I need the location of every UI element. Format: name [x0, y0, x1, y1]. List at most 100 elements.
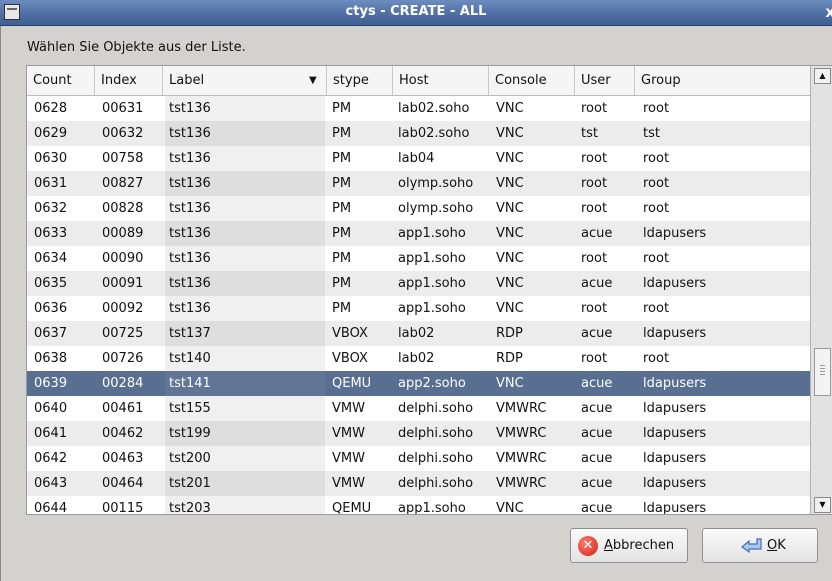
- cell-index: 00464: [102, 476, 144, 491]
- cell-stype: VMW: [332, 451, 365, 466]
- table-row[interactable]: 0637 00725 tst137 VBOX lab02 RDP acue ldapusers: [27, 321, 810, 346]
- cell-count: 0634: [34, 251, 68, 266]
- column-header-user[interactable]: User: [575, 66, 635, 95]
- cell-label: tst136: [169, 101, 211, 116]
- cell-user: tst: [581, 126, 598, 141]
- cell-label: tst140: [169, 351, 211, 366]
- cell-count: 0637: [34, 326, 68, 341]
- table-row[interactable]: 0643 00464 tst201 VMW delphi.soho VMWRC acue ld…: [27, 471, 810, 496]
- cell-label: tst201: [169, 476, 211, 491]
- ok-label: OK: [767, 538, 786, 553]
- cell-index: 00632: [102, 126, 144, 141]
- column-header-group[interactable]: Group: [635, 66, 810, 95]
- cell-count: 0644: [34, 501, 68, 514]
- scroll-up-icon[interactable]: ▲: [814, 68, 831, 84]
- cell-label: tst136: [169, 251, 211, 266]
- ok-button[interactable]: OK: [702, 528, 818, 563]
- cell-index: 00284: [102, 376, 144, 391]
- table-row[interactable]: 0642 00463 tst200 VMW delphi.soho VMWRC acue ld…: [27, 446, 810, 471]
- cell-host: lab02: [398, 351, 435, 366]
- list-header: Count Index Label ▼ stype Host Console U…: [27, 66, 810, 96]
- cell-label: tst136: [169, 201, 211, 216]
- close-icon[interactable]: x: [825, 3, 832, 21]
- cell-user: root: [581, 301, 608, 316]
- cell-stype: PM: [332, 126, 352, 141]
- table-row[interactable]: 0644 00115 tst203 QEMU app1.soho VNC acue ldapu…: [27, 496, 810, 514]
- table-row[interactable]: 0628 00631 tst136 PM lab02.soho VNC root root: [27, 96, 810, 121]
- cell-count: 0636: [34, 301, 68, 316]
- sort-descending-icon: ▼: [309, 75, 317, 86]
- table-row[interactable]: 0629 00632 tst136 PM lab02.soho VNC tst tst: [27, 121, 810, 146]
- cell-group: ldapusers: [643, 376, 707, 391]
- table-row[interactable]: 0639 00284 tst141 QEMU app2.soho VNC acue ldapu…: [27, 371, 810, 396]
- cell-group: root: [643, 201, 670, 216]
- table-row[interactable]: 0638 00726 tst140 VBOX lab02 RDP root root: [27, 346, 810, 371]
- cell-stype: QEMU: [332, 376, 372, 391]
- cell-user: root: [581, 101, 608, 116]
- column-header-stype[interactable]: stype: [327, 66, 393, 95]
- cell-group: ldapusers: [643, 451, 707, 466]
- cell-console: VNC: [496, 201, 524, 216]
- cell-group: root: [643, 176, 670, 191]
- cell-console: VMWRC: [496, 476, 547, 491]
- cell-host: app1.soho: [398, 301, 466, 316]
- cell-console: VNC: [496, 101, 524, 116]
- table-row[interactable]: 0635 00091 tst136 PM app1.soho VNC acue ldapuse…: [27, 271, 810, 296]
- cell-user: acue: [581, 376, 613, 391]
- cell-count: 0642: [34, 451, 68, 466]
- cell-group: tst: [643, 126, 660, 141]
- cell-label: tst200: [169, 451, 211, 466]
- cell-group: root: [643, 251, 670, 266]
- table-row[interactable]: 0636 00092 tst136 PM app1.soho VNC root root: [27, 296, 810, 321]
- cell-console: VNC: [496, 501, 524, 514]
- column-header-host[interactable]: Host: [393, 66, 489, 95]
- cell-console: VNC: [496, 276, 524, 291]
- title-bar[interactable]: ctys - CREATE - ALL x: [0, 0, 832, 26]
- cell-console: VNC: [496, 226, 524, 241]
- table-row[interactable]: 0630 00758 tst136 PM lab04 VNC root root: [27, 146, 810, 171]
- cell-stype: VMW: [332, 476, 365, 491]
- cancel-button[interactable]: ✕ Abbrechen: [570, 528, 688, 563]
- table-row[interactable]: 0634 00090 tst136 PM app1.soho VNC root root: [27, 246, 810, 271]
- cell-count: 0630: [34, 151, 68, 166]
- table-row[interactable]: 0631 00827 tst136 PM olymp.soho VNC root root: [27, 171, 810, 196]
- cell-group: root: [643, 351, 670, 366]
- object-list[interactable]: Count Index Label ▼ stype Host Console U…: [26, 65, 832, 515]
- cell-group: ldapusers: [643, 276, 707, 291]
- column-header-count[interactable]: Count: [27, 66, 95, 95]
- cell-count: 0635: [34, 276, 68, 291]
- scroll-down-icon[interactable]: ▼: [814, 497, 831, 513]
- cell-count: 0638: [34, 351, 68, 366]
- cell-console: VNC: [496, 251, 524, 266]
- cell-user: acue: [581, 426, 613, 441]
- column-header-console[interactable]: Console: [489, 66, 575, 95]
- cell-index: 00092: [102, 301, 144, 316]
- vertical-scrollbar[interactable]: ▲ ▼: [810, 66, 832, 514]
- cell-user: root: [581, 201, 608, 216]
- scrollbar-thumb[interactable]: [814, 348, 831, 396]
- table-row[interactable]: 0632 00828 tst136 PM olymp.soho VNC root root: [27, 196, 810, 221]
- cell-count: 0643: [34, 476, 68, 491]
- cell-index: 00089: [102, 226, 144, 241]
- cell-host: delphi.soho: [398, 476, 474, 491]
- cell-group: ldapusers: [643, 326, 707, 341]
- cell-stype: PM: [332, 301, 352, 316]
- cell-index: 00463: [102, 451, 144, 466]
- cell-group: ldapusers: [643, 501, 707, 514]
- column-header-index[interactable]: Index: [95, 66, 163, 95]
- column-header-label[interactable]: Label: [163, 66, 327, 95]
- cell-group: root: [643, 301, 670, 316]
- cell-user: root: [581, 176, 608, 191]
- cell-count: 0640: [34, 401, 68, 416]
- table-row[interactable]: 0633 00089 tst136 PM app1.soho VNC acue ldapuse…: [27, 221, 810, 246]
- table-row[interactable]: 0640 00461 tst155 VMW delphi.soho VMWRC acue ld…: [27, 396, 810, 421]
- cell-index: 00115: [102, 501, 144, 514]
- cell-count: 0633: [34, 226, 68, 241]
- cell-user: acue: [581, 501, 613, 514]
- cancel-label: Abbrechen: [604, 538, 675, 553]
- cell-stype: PM: [332, 226, 352, 241]
- cell-index: 00461: [102, 401, 144, 416]
- cell-label: tst136: [169, 176, 211, 191]
- cell-count: 0641: [34, 426, 68, 441]
- table-row[interactable]: 0641 00462 tst199 VMW delphi.soho VMWRC acue ld…: [27, 421, 810, 446]
